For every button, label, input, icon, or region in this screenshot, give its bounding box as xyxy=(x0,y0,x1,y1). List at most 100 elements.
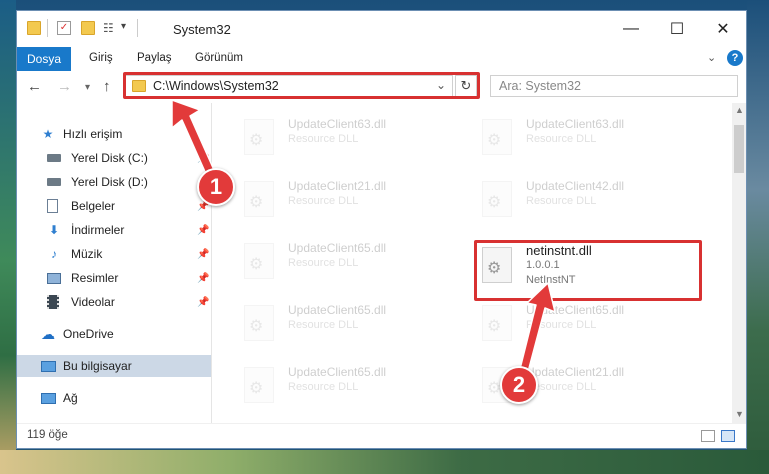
desktop-background-right xyxy=(747,0,769,474)
pin-icon[interactable]: 📌 xyxy=(197,273,209,284)
tab-paylas[interactable]: Paylaş xyxy=(137,52,172,64)
maximize-button[interactable]: ☐ xyxy=(654,11,700,47)
dll-file-icon: ⚙ xyxy=(482,119,512,155)
file-type: Resource DLL xyxy=(288,133,359,145)
tab-gorunum[interactable]: Görünüm xyxy=(195,52,243,64)
sidebar-item-videos[interactable]: Videolar 📌 xyxy=(17,291,211,313)
toolbar-separator xyxy=(47,19,48,37)
dll-file-icon: ⚙ xyxy=(244,181,274,217)
item-count: 119 öğe xyxy=(27,429,68,441)
gear-icon: ⚙ xyxy=(487,132,502,149)
file-item[interactable]: ⚙ UpdateClient63.dll Resource DLL xyxy=(236,113,456,163)
file-highlight-box xyxy=(474,240,702,301)
scrollbar-thumb[interactable] xyxy=(734,125,744,173)
up-arrow-icon[interactable]: ↑ xyxy=(103,78,111,95)
address-highlight-box xyxy=(123,72,480,99)
file-type: Resource DLL xyxy=(526,133,597,145)
file-type: Resource DLL xyxy=(526,195,597,207)
file-list: ⚙ UpdateClient63.dll Resource DLL ⚙ Upda… xyxy=(212,103,732,423)
file-type: Resource DLL xyxy=(288,195,359,207)
customize-toolbar-icon[interactable]: ☷ xyxy=(103,21,117,35)
dll-file-icon: ⚙ xyxy=(244,243,274,279)
music-icon: ♪ xyxy=(51,247,57,261)
pin-icon[interactable]: 📌 xyxy=(197,153,209,164)
pictures-icon xyxy=(47,272,61,284)
gear-icon: ⚙ xyxy=(487,380,502,397)
sidebar-item-music[interactable]: ♪ Müzik 📌 xyxy=(17,243,211,265)
scroll-up-icon[interactable]: ▲ xyxy=(735,105,744,115)
desktop-background-left xyxy=(0,0,16,474)
search-input[interactable]: Ara: System32 xyxy=(490,75,738,97)
file-name: UpdateClient42.dll xyxy=(526,179,625,193)
sidebar-item-label: Resimler xyxy=(71,271,119,285)
forward-arrow-icon[interactable]: → xyxy=(57,78,72,95)
scroll-down-icon[interactable]: ▼ xyxy=(735,409,744,419)
folder-icon xyxy=(27,21,41,35)
file-type: Resource DLL xyxy=(288,257,359,269)
properties-icon[interactable]: ✓ xyxy=(57,21,71,35)
sidebar-item-disk-c[interactable]: Yerel Disk (C:) 📌 xyxy=(17,147,211,169)
file-item[interactable]: ⚙ UpdateClient65.dll Resource DLL xyxy=(236,237,456,287)
vertical-scrollbar[interactable]: ▲ ▼ xyxy=(732,103,746,423)
explorer-window: ✓ ☷ ▾ System32 — ☐ ✕ Dosya Giriş Paylaş … xyxy=(16,10,747,449)
close-button[interactable]: ✕ xyxy=(700,11,746,47)
sidebar-item-onedrive[interactable]: ☁ OneDrive xyxy=(17,323,211,345)
file-item[interactable]: ⚙ UpdateClient21.dll Resource DLL xyxy=(236,175,456,225)
tab-dosya[interactable]: Dosya xyxy=(17,47,71,71)
minimize-button[interactable]: — xyxy=(608,11,654,47)
sidebar-item-label: Hızlı erişim xyxy=(63,127,123,141)
file-name: UpdateClient65.dll xyxy=(526,303,625,317)
quick-access-dropdown-icon[interactable]: ▾ xyxy=(121,21,126,32)
expand-ribbon-icon[interactable]: ⌄ xyxy=(707,51,716,64)
large-icons-view-icon[interactable] xyxy=(721,430,735,442)
gear-icon: ⚙ xyxy=(249,194,264,211)
file-name: UpdateClient21.dll xyxy=(526,365,625,379)
sidebar-item-label: Bu bilgisayar xyxy=(63,359,132,373)
sidebar-item-label: Videolar xyxy=(71,295,115,309)
sidebar-item-this-pc[interactable]: Bu bilgisayar xyxy=(17,355,211,377)
file-item[interactable]: ⚙ UpdateClient65.dll Resource DLL xyxy=(236,299,456,349)
status-bar: 119 öğe xyxy=(17,423,746,448)
navigation-pane: ★ Hızlı erişim Yerel Disk (C:) 📌 Yerel D… xyxy=(17,103,211,423)
gear-icon: ⚙ xyxy=(249,380,264,397)
dll-file-icon: ⚙ xyxy=(482,305,512,341)
sidebar-item-quick-access[interactable]: ★ Hızlı erişim xyxy=(17,123,211,145)
computer-icon xyxy=(41,360,56,372)
videos-icon xyxy=(47,295,59,309)
back-arrow-icon[interactable]: ← xyxy=(27,78,42,95)
pin-icon[interactable]: 📌 xyxy=(197,249,209,260)
sidebar-item-label: Yerel Disk (D:) xyxy=(71,175,148,189)
drive-icon xyxy=(47,178,61,186)
pin-icon[interactable]: 📌 xyxy=(197,225,209,236)
sidebar-item-downloads[interactable]: ⬇ İndirmeler 📌 xyxy=(17,219,211,241)
pin-icon[interactable]: 📌 xyxy=(197,297,209,308)
new-folder-icon[interactable] xyxy=(81,21,95,35)
sidebar-item-label: OneDrive xyxy=(63,327,114,341)
cloud-icon: ☁ xyxy=(41,325,55,342)
file-item[interactable]: ⚙ UpdateClient63.dll Resource DLL xyxy=(474,113,694,163)
step-2-badge: 2 xyxy=(500,366,538,404)
tab-giris[interactable]: Giriş xyxy=(89,52,113,64)
file-item[interactable]: ⚙ UpdateClient65.dll Resource DLL xyxy=(474,299,694,349)
file-item[interactable]: ⚙ UpdateClient42.dll Resource DLL xyxy=(474,175,694,225)
sidebar-item-label: İndirmeler xyxy=(71,223,125,237)
documents-icon xyxy=(47,199,58,213)
dll-file-icon: ⚙ xyxy=(482,181,512,217)
help-button[interactable]: ? xyxy=(727,50,743,66)
sidebar-item-documents[interactable]: Belgeler 📌 xyxy=(17,195,211,217)
recent-locations-dropdown-icon[interactable]: ▾ xyxy=(85,82,90,93)
address-row: ← → ▾ ↑ C:\Windows\System32 ⌄ ↻ Ara: Sys… xyxy=(17,71,746,103)
file-item[interactable]: ⚙ UpdateClient65.dll Resource DLL xyxy=(236,361,456,411)
sidebar-item-pictures[interactable]: Resimler 📌 xyxy=(17,267,211,289)
file-name: UpdateClient63.dll xyxy=(526,117,625,131)
details-view-icon[interactable] xyxy=(701,430,715,442)
desktop-background-bottom xyxy=(0,450,769,474)
star-icon: ★ xyxy=(42,127,54,141)
file-name: UpdateClient65.dll xyxy=(288,241,387,255)
sidebar-item-disk-d[interactable]: Yerel Disk (D:) 📌 xyxy=(17,171,211,193)
gear-icon: ⚙ xyxy=(249,318,264,335)
sidebar-item-network[interactable]: Ağ xyxy=(17,387,211,409)
sidebar-item-label: Müzik xyxy=(71,247,103,261)
file-type: Resource DLL xyxy=(526,319,597,331)
file-name: UpdateClient21.dll xyxy=(288,179,387,193)
